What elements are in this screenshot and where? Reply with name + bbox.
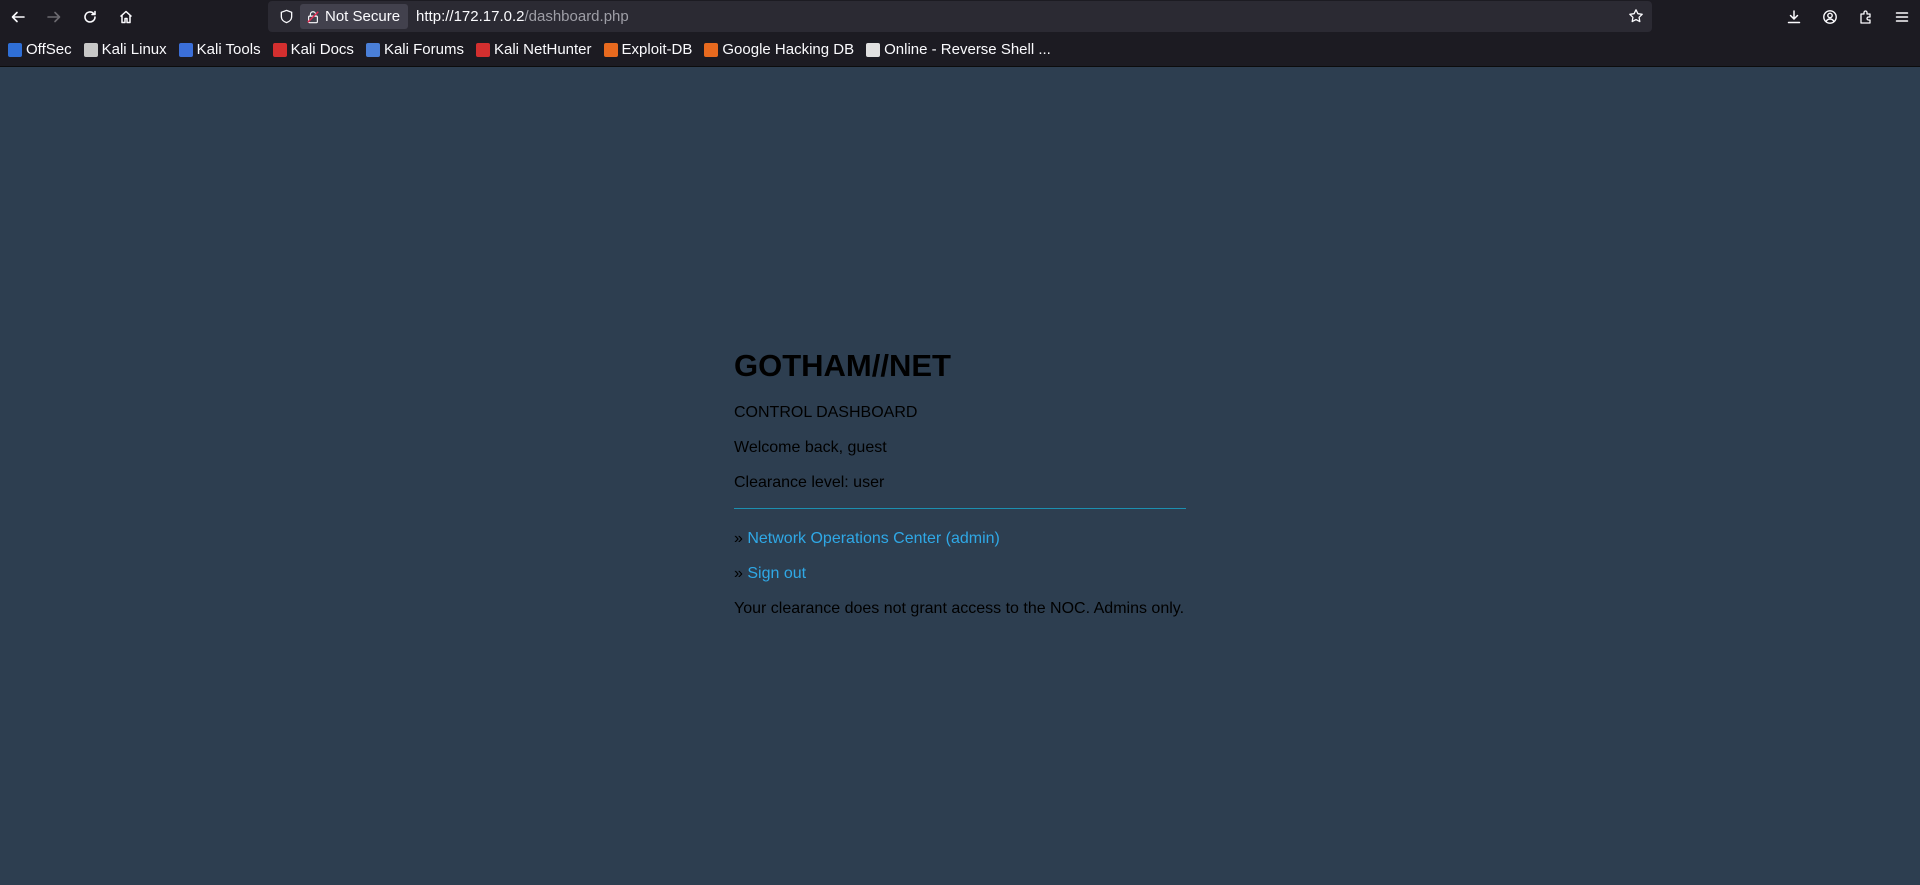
page-viewport: GOTHAM//NET CONTROL DASHBOARD Welcome ba…	[0, 67, 1920, 885]
forward-button[interactable]	[36, 0, 72, 33]
sign-out-link[interactable]: Sign out	[747, 565, 806, 582]
kali-dragon-icon	[83, 42, 98, 57]
ghdb-icon	[704, 42, 719, 57]
kali-tools-icon	[178, 42, 193, 57]
url-path: /dashboard.php	[524, 8, 629, 25]
reload-button[interactable]	[72, 0, 108, 33]
bookmark-kali-tools[interactable]: Kali Tools	[178, 41, 261, 58]
bookmark-label: Kali Tools	[196, 41, 261, 58]
bookmark-label: OffSec	[26, 41, 72, 58]
account-icon	[1823, 9, 1837, 24]
bookmark-label: Kali Linux	[101, 41, 167, 58]
bookmark-kali-forums[interactable]: Kali Forums	[365, 41, 464, 58]
bookmark-star-icon[interactable]	[1628, 8, 1644, 24]
bookmark-label: Kali Forums	[383, 41, 464, 58]
bookmark-kali-nethunter[interactable]: Kali NetHunter	[475, 41, 592, 58]
bookmarks-toolbar: OffSec Kali Linux Kali Tools Kali Docs K…	[0, 33, 1920, 67]
reload-icon	[84, 10, 96, 23]
noc-admin-link[interactable]: Network Operations Center (admin)	[747, 530, 1000, 547]
download-icon	[1787, 9, 1801, 23]
offsec-icon	[8, 42, 22, 57]
puzzle-icon	[1860, 9, 1871, 24]
kali-docs-icon	[272, 42, 287, 57]
bookmark-kali-linux[interactable]: Kali Linux	[83, 41, 167, 58]
link-prefix: »	[734, 565, 748, 583]
extensions-button[interactable]	[1848, 0, 1884, 33]
divider	[734, 508, 1186, 510]
noc-link-row: » Network Operations Center (admin)	[734, 529, 1186, 548]
arrow-left-icon	[11, 11, 25, 22]
arrow-right-icon	[47, 11, 61, 22]
bookmark-label: Exploit-DB	[621, 41, 693, 58]
bookmark-exploit-db[interactable]: Exploit-DB	[603, 41, 693, 58]
bookmark-offsec[interactable]: OffSec	[8, 41, 72, 58]
downloads-button[interactable]	[1776, 0, 1812, 33]
dashboard-subtitle: CONTROL DASHBOARD	[734, 404, 918, 422]
back-button[interactable]	[0, 0, 36, 33]
access-denied-message: Your clearance does not grant access to …	[734, 600, 1185, 618]
bookmark-label: Online - Reverse Shell ...	[884, 41, 1051, 58]
browser-toolbar: Not Secure http://172.17.0.2/dashboard.p…	[0, 0, 1920, 33]
home-icon	[119, 10, 133, 23]
shield-icon	[280, 9, 292, 24]
url-text[interactable]: http://172.17.0.2/dashboard.php	[416, 8, 629, 25]
bookmark-kali-docs[interactable]: Kali Docs	[272, 41, 354, 58]
clearance-text: Clearance level: user	[734, 474, 885, 492]
nethunter-icon	[475, 42, 490, 57]
not-secure-label: Not Secure	[325, 8, 401, 25]
bookmark-google-hacking-db[interactable]: Google Hacking DB	[704, 41, 854, 58]
link-prefix: »	[734, 530, 748, 548]
exploit-db-icon	[603, 42, 618, 57]
hamburger-menu-icon	[1895, 11, 1909, 22]
home-button[interactable]	[108, 0, 144, 33]
bookmark-label: Google Hacking DB	[722, 41, 855, 58]
account-button[interactable]	[1812, 0, 1848, 33]
bookmark-label: Kali NetHunter	[493, 41, 592, 58]
kali-forums-icon	[365, 42, 380, 57]
bookmark-label: Kali Docs	[290, 41, 354, 58]
not-secure-badge[interactable]: Not Secure	[300, 4, 409, 29]
page-title: GOTHAM//NET	[734, 348, 951, 383]
url-host: http://172.17.0.2	[416, 8, 525, 25]
skull-icon	[866, 42, 881, 57]
welcome-text: Welcome back, guest	[734, 439, 887, 457]
url-bar[interactable]: Not Secure http://172.17.0.2/dashboard.p…	[268, 1, 1652, 32]
signout-link-row: » Sign out	[734, 564, 1186, 583]
insecure-lock-icon	[307, 10, 319, 23]
bookmark-reverse-shell[interactable]: Online - Reverse Shell ...	[866, 41, 1051, 58]
tracking-protection-button[interactable]	[272, 9, 300, 24]
menu-button[interactable]	[1884, 0, 1920, 33]
dashboard-panel: GOTHAM//NET CONTROL DASHBOARD Welcome ba…	[734, 347, 1186, 634]
